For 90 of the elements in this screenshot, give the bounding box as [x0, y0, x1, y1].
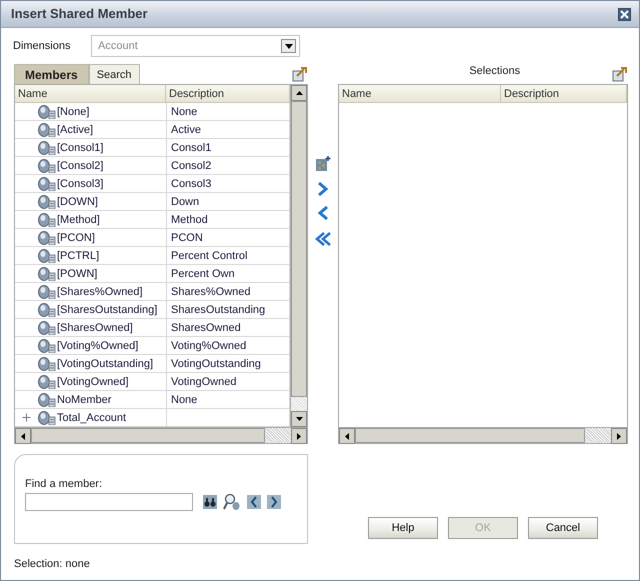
scroll-up-icon[interactable] [296, 91, 302, 95]
selections-title: Selections [469, 64, 520, 78]
expand-icon[interactable] [22, 413, 31, 422]
member-icon [38, 374, 56, 388]
tree-row[interactable]: [DOWN] [15, 193, 167, 210]
member-icon [38, 338, 56, 352]
tree-row[interactable]: [Active] [15, 121, 167, 138]
tree-row[interactable]: [PCTRL] [15, 247, 167, 264]
scroll-left-icon[interactable] [21, 432, 25, 440]
tree-row[interactable]: [PCON] [15, 229, 167, 246]
tree-row[interactable]: [SharesOutstanding] [15, 301, 167, 318]
previous-icon[interactable] [247, 495, 261, 509]
tree-row[interactable]: [None] [15, 103, 167, 120]
member-name: [VotingOwned] [57, 374, 129, 388]
member-icon [38, 266, 56, 280]
member-icon [38, 212, 56, 226]
member-icon [38, 230, 56, 244]
member-icon [38, 122, 56, 136]
vertical-scrollbar[interactable] [290, 85, 307, 427]
dialog-button[interactable]: Cancel [528, 517, 598, 539]
member-name: [VotingOutstanding] [57, 356, 154, 370]
member-name: [Method] [57, 212, 100, 226]
scrollbar-thumb[interactable] [31, 428, 265, 443]
scroll-down-icon[interactable] [296, 417, 302, 421]
member-name: [Consol1] [57, 140, 104, 154]
member-name: [Consol2] [57, 158, 104, 172]
tree-row[interactable]: [POWN] [15, 265, 167, 282]
scroll-left-icon[interactable] [345, 432, 349, 440]
tab[interactable]: Members [14, 64, 89, 84]
member-icon [38, 104, 56, 118]
tree-row[interactable]: [Method] [15, 211, 167, 228]
member-icon [38, 410, 56, 424]
member-icon [38, 284, 56, 298]
search-icon[interactable] [223, 493, 241, 511]
scrollbar-track [291, 397, 307, 411]
member-name: [Consol3] [57, 176, 104, 190]
member-icon [38, 320, 56, 334]
scroll-right-icon[interactable] [297, 432, 301, 440]
member-icon [38, 392, 56, 406]
horizontal-scrollbar[interactable] [339, 427, 627, 443]
member-name: [SharesOwned] [57, 320, 133, 334]
horizontal-scrollbar[interactable] [15, 427, 307, 443]
member-name: [PCON] [57, 230, 95, 244]
tree-row[interactable]: [Consol2] [15, 157, 167, 174]
tree-row[interactable]: [Voting%Owned] [15, 337, 167, 354]
member-name: [POWN] [57, 266, 98, 280]
member-icon [38, 302, 56, 316]
member-name: [Voting%Owned] [57, 338, 138, 352]
member-name: [Active] [57, 122, 94, 136]
member-name: [None] [57, 104, 90, 118]
dialog-button[interactable]: Help [368, 517, 438, 539]
remove-all-icon[interactable] [314, 232, 332, 246]
dimensions-label: Dimensions [13, 39, 71, 53]
column-header[interactable]: Description [501, 85, 627, 102]
scrollbar-thumb[interactable] [291, 101, 307, 397]
member-icon [38, 176, 56, 190]
next-icon[interactable] [267, 495, 281, 509]
member-icon [38, 158, 56, 172]
column-header[interactable]: Name [339, 85, 501, 102]
find-field[interactable] [25, 493, 193, 511]
column-header[interactable]: Name [15, 85, 166, 102]
member-icon [38, 356, 56, 370]
tab[interactable]: Search [88, 64, 140, 84]
export-icon[interactable] [292, 66, 308, 82]
member-name: [DOWN] [57, 194, 98, 208]
member-icon [38, 194, 56, 208]
member-icon [38, 140, 56, 154]
tree-row[interactable]: [Consol1] [15, 139, 167, 156]
window-title: Insert Shared Member [11, 7, 148, 21]
tree-row[interactable]: [SharesOwned] [15, 319, 167, 336]
add-member-icon[interactable] [315, 156, 331, 172]
member-name: NoMember [57, 392, 112, 406]
member-icon [38, 248, 56, 262]
tree-row[interactable]: [Consol3] [15, 175, 167, 192]
tree-row[interactable]: [VotingOwned] [15, 373, 167, 390]
member-name: [SharesOutstanding] [57, 302, 158, 316]
member-name: [Shares%Owned] [57, 284, 143, 298]
export-icon[interactable] [612, 66, 628, 82]
member-name: Total_Account [57, 410, 126, 424]
member-name: [PCTRL] [57, 248, 100, 262]
scroll-right-icon[interactable] [617, 432, 621, 440]
status-text: Selection: none [14, 557, 91, 571]
close-button[interactable] [618, 8, 631, 20]
tree-row[interactable]: NoMember [15, 391, 167, 408]
tree-row[interactable]: [Shares%Owned] [15, 283, 167, 300]
binoculars-icon[interactable] [203, 495, 217, 509]
scrollbar-thumb[interactable] [355, 428, 585, 443]
find-label: Find a member: [25, 477, 104, 491]
tree-row[interactable]: Total_Account [15, 409, 167, 426]
tree-row[interactable]: [VotingOutstanding] [15, 355, 167, 372]
